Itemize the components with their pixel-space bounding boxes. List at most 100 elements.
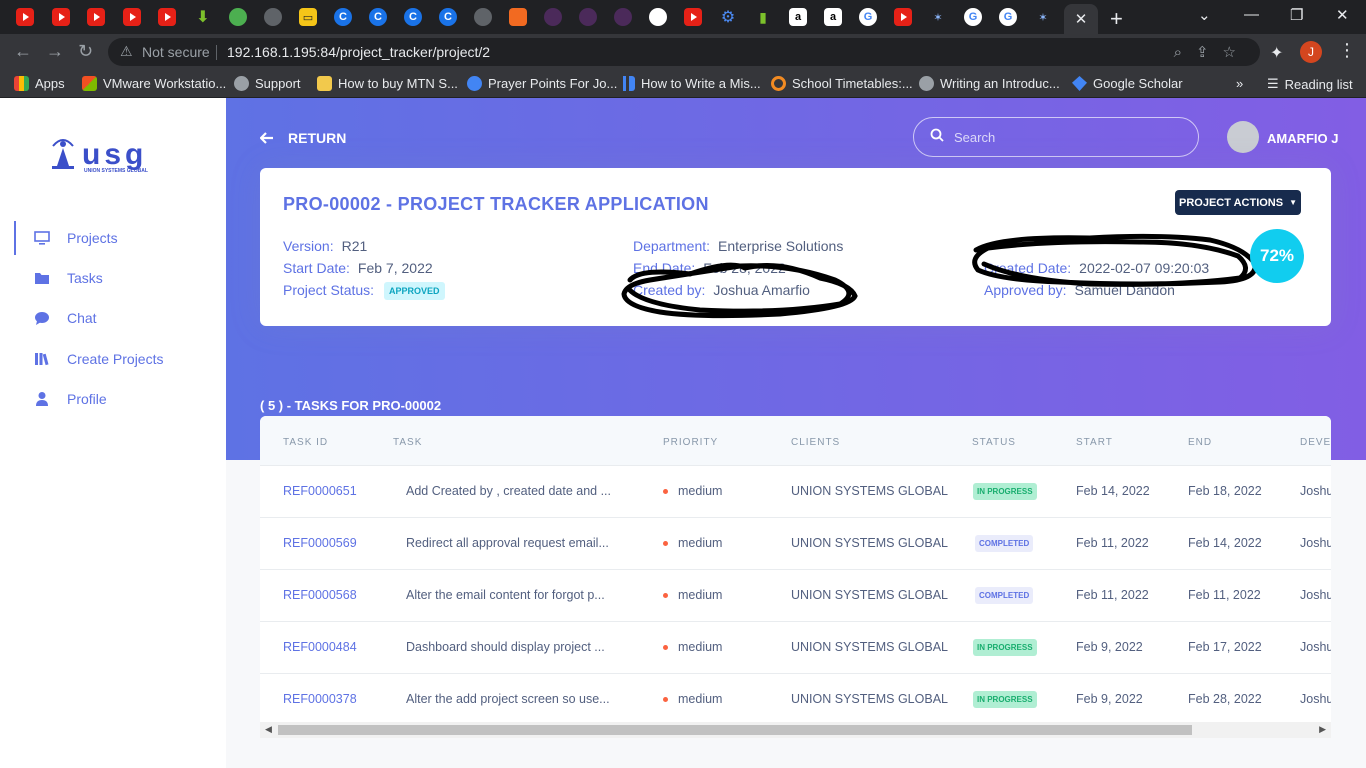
bookmark-mtn[interactable]: How to buy MTN S... (317, 76, 458, 91)
amazon-tab-icon[interactable]: a (824, 8, 842, 26)
table-row[interactable]: REF0000569 Redirect all approval request… (260, 518, 1331, 570)
status-badge: IN PROGRESS (973, 691, 1037, 708)
column-header[interactable]: TASK (393, 437, 422, 448)
task-priority: medium (663, 588, 722, 602)
project-status-field: Project Status: APPROVED (283, 282, 445, 301)
priority-label: medium (678, 640, 723, 654)
omnibox-actions[interactable]: ⌕⇪☆ (1174, 43, 1250, 61)
c-tab-icon[interactable]: C (334, 8, 352, 26)
amazon-tab-icon[interactable]: a (789, 8, 807, 26)
minimize-icon[interactable]: — (1244, 6, 1259, 23)
task-id-link[interactable]: REF0000378 (283, 692, 357, 706)
sidebar-item-create-projects[interactable]: Create Projects (0, 342, 226, 376)
horizontal-scrollbar[interactable]: ◀ ▶ (260, 722, 1331, 738)
omnibox[interactable]: ⚠ Not secure 192.168.1.195:84/project_tr… (108, 38, 1260, 66)
column-header[interactable]: PRIORITY (663, 437, 718, 448)
app-tab-icon[interactable] (579, 8, 597, 26)
youtube-tab-icon[interactable] (894, 8, 912, 26)
sidebar-item-projects[interactable]: Projects (0, 221, 226, 255)
c-tab-icon[interactable]: C (439, 8, 457, 26)
table-row[interactable]: REF0000568 Alter the email content for f… (260, 570, 1331, 622)
c-tab-icon[interactable]: C (404, 8, 422, 26)
user-name[interactable]: AMARFIO J (1267, 131, 1339, 146)
app-tab-icon[interactable]: ✶ (929, 8, 947, 26)
youtube-tab-icon[interactable] (158, 8, 176, 26)
bookmark-writing[interactable]: Writing an Introduc... (919, 76, 1060, 91)
search-box[interactable] (913, 117, 1199, 157)
column-header[interactable]: DEVEL (1300, 437, 1331, 448)
youtube-tab-icon[interactable] (16, 8, 34, 26)
scroll-left-icon[interactable]: ◀ (265, 724, 272, 735)
table-row[interactable]: REF0000651 Add Created by , created date… (260, 466, 1331, 518)
app-tab-icon[interactable] (509, 8, 527, 26)
scroll-right-icon[interactable]: ▶ (1319, 724, 1326, 735)
bookmark-mission[interactable]: How to Write a Mis... (620, 76, 761, 91)
close-window-icon[interactable]: ✕ (1336, 6, 1349, 24)
task-id-link[interactable]: REF0000569 (283, 536, 357, 550)
globe-tab-icon[interactable] (474, 8, 492, 26)
user-avatar[interactable] (1227, 121, 1259, 153)
youtube-tab-icon[interactable] (123, 8, 141, 26)
scrollbar-thumb[interactable] (278, 725, 1192, 735)
reload-icon[interactable]: ↻ (78, 41, 93, 62)
google-tab-icon[interactable]: G (859, 8, 877, 26)
url-text[interactable]: 192.168.1.195:84/project_tracker/project… (227, 44, 490, 60)
column-header[interactable]: START (1076, 437, 1113, 448)
back-icon[interactable]: ← (14, 41, 32, 62)
bookmark-vmware[interactable]: VMware Workstatio... (82, 76, 226, 91)
youtube-tab-icon[interactable] (684, 8, 702, 26)
bookmark-label: Support (255, 76, 301, 91)
browser-menu-icon[interactable]: ⋮ (1338, 40, 1356, 61)
project-status-label: Project Status: (283, 282, 375, 298)
chart-tab-icon[interactable]: ▮ (754, 8, 772, 26)
youtube-tab-icon[interactable] (52, 8, 70, 26)
usg-logo[interactable]: usg UNION SYSTEMS GLOBAL (50, 136, 170, 176)
app-tab-icon[interactable] (614, 8, 632, 26)
search-icon (930, 128, 944, 142)
project-actions-button[interactable]: PROJECT ACTIONS ▼ (1175, 190, 1301, 215)
task-id-link[interactable]: REF0000484 (283, 640, 357, 654)
app-tab-icon[interactable]: ✶ (1034, 8, 1052, 26)
table-row[interactable]: REF0000378 Alter the add project screen … (260, 674, 1331, 726)
google-tab-icon[interactable]: G (999, 8, 1017, 26)
table-row[interactable]: REF0000484 Dashboard should display proj… (260, 622, 1331, 674)
google-tab-icon[interactable]: G (964, 8, 982, 26)
globe-tab-icon[interactable] (264, 8, 282, 26)
sidebar-item-chat[interactable]: Chat (0, 301, 226, 335)
column-header[interactable]: TASK ID (283, 437, 328, 448)
active-tab-close-icon[interactable]: ✕ (1064, 4, 1098, 34)
bookmark-support[interactable]: Support (234, 76, 301, 91)
app-tab-icon[interactable]: ▭ (299, 8, 317, 26)
sidebar-item-tasks[interactable]: Tasks (0, 261, 226, 295)
task-id-link[interactable]: REF0000568 (283, 588, 357, 602)
search-input[interactable] (954, 127, 1184, 147)
department-field: Department: Enterprise Solutions (633, 238, 843, 254)
column-header[interactable]: STATUS (972, 437, 1016, 448)
app-tab-icon[interactable] (544, 8, 562, 26)
bookmark-prayer[interactable]: Prayer Points For Jo... (467, 76, 617, 91)
gear-tab-icon[interactable]: ⚙ (719, 8, 737, 26)
bookmark-scholar[interactable]: Google Scholar (1072, 76, 1183, 91)
app-tab-icon[interactable] (229, 8, 247, 26)
column-header[interactable]: CLIENTS (791, 437, 840, 448)
bookmarks-overflow-icon[interactable]: » (1236, 76, 1243, 91)
extensions-icon[interactable]: ✦ (1270, 43, 1283, 63)
c-tab-icon[interactable]: C (369, 8, 387, 26)
maximize-icon[interactable]: ❐ (1290, 6, 1303, 24)
github-tab-icon[interactable] (649, 8, 667, 26)
tab-search-icon[interactable]: ⌄ (1198, 6, 1211, 24)
youtube-tab-icon[interactable] (87, 8, 105, 26)
profile-avatar[interactable]: J (1300, 41, 1322, 63)
task-id-link[interactable]: REF0000651 (283, 484, 357, 498)
reading-list[interactable]: ☰ Reading list (1267, 76, 1353, 92)
bookmark-apps[interactable]: Apps (14, 76, 65, 91)
new-tab-button[interactable]: + (1110, 6, 1123, 32)
tasks-section-title: ( 5 ) - TASKS FOR PRO-00002 (260, 398, 442, 413)
column-header[interactable]: END (1188, 437, 1212, 448)
forward-icon[interactable]: → (46, 41, 64, 62)
return-button[interactable]: RETURN (260, 130, 346, 146)
sidebar-item-profile[interactable]: Profile (0, 382, 226, 416)
bookmark-timetables[interactable]: School Timetables:... (771, 76, 913, 91)
task-start: Feb 11, 2022 (1076, 588, 1149, 602)
download-tab-icon[interactable]: ⬇ (194, 8, 212, 26)
